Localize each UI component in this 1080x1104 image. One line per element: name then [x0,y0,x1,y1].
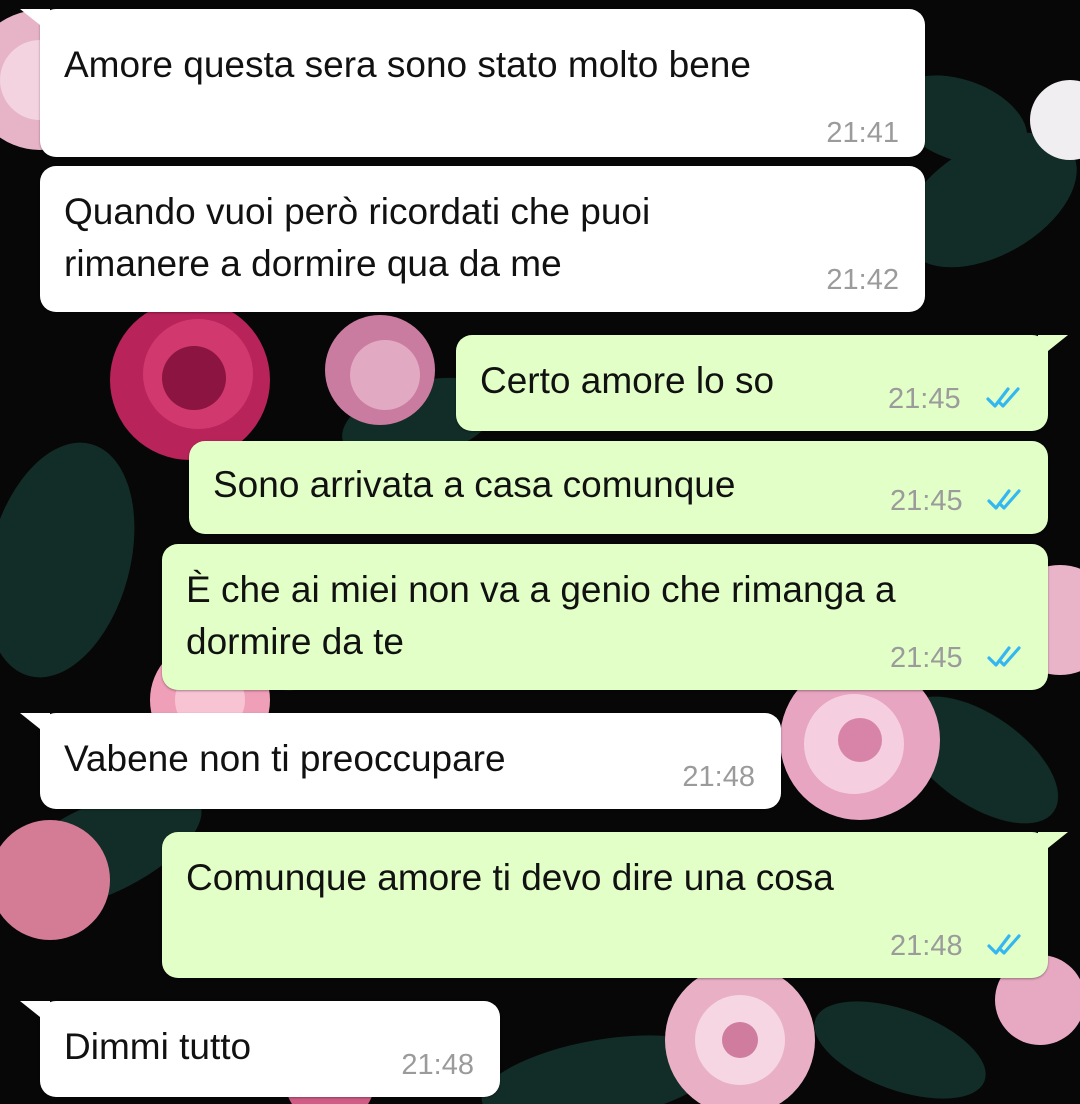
bubble-tail [20,1001,50,1025]
message-timestamp: 21:48 [682,761,755,793]
message-timestamp: 21:42 [826,264,899,296]
bubble-tail [1038,832,1068,856]
message-bubble-incoming[interactable]: Quando vuoi però ricordati che puoi rima… [40,166,925,312]
message-bubble-incoming[interactable]: Vabene non ti preoccupare 21:48 [20,713,781,809]
message-text: Certo amore lo so [480,360,775,401]
read-double-check-icon [987,489,1021,510]
message-bubble-outgoing[interactable]: Comunque amore ti devo dire una cosa 21:… [162,832,1068,978]
read-double-check-icon [986,387,1020,408]
message-bubble-incoming[interactable]: Amore questa sera sono stato molto bene … [20,9,925,157]
read-double-check-icon [987,646,1021,667]
message-timestamp: 21:45 [890,642,963,674]
message-timestamp: 21:48 [401,1049,474,1081]
message-text: È che ai miei non va a genio che rimanga… [186,569,896,662]
read-double-check-icon [987,934,1021,955]
message-bubble-outgoing[interactable]: Certo amore lo so 21:45 [456,335,1068,431]
message-text: Comunque amore ti devo dire una cosa [186,857,834,898]
message-bubble-outgoing[interactable]: È che ai miei non va a genio che rimanga… [162,544,1048,690]
message-text: Dimmi tutto [64,1026,252,1067]
message-text: Amore questa sera sono stato molto bene [64,44,751,85]
bubble-tail [20,713,50,737]
bubble-tail [20,9,50,33]
message-timestamp: 21:48 [890,930,963,962]
message-text: Vabene non ti preoccupare [64,738,506,779]
message-text: Quando vuoi però ricordati che puoi rima… [64,191,651,284]
message-bubble-outgoing[interactable]: Sono arrivata a casa comunque 21:45 [189,441,1048,534]
bubble-tail [1038,335,1068,359]
message-text: Sono arrivata a casa comunque [213,464,736,505]
message-bubble-incoming[interactable]: Dimmi tutto 21:48 [20,1001,500,1097]
message-timestamp: 21:41 [826,117,899,149]
message-timestamp: 21:45 [888,383,961,415]
message-timestamp: 21:45 [890,485,963,517]
